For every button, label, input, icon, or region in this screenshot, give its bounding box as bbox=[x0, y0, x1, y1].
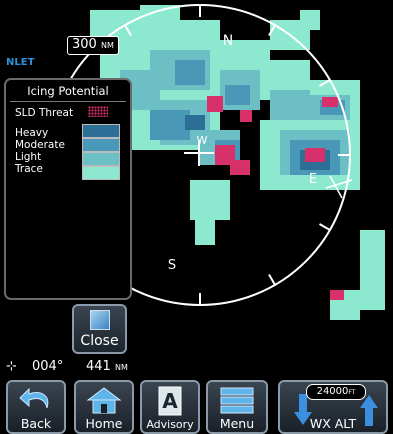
sld-cell bbox=[322, 97, 338, 107]
home-button[interactable]: Home bbox=[74, 380, 134, 434]
back-button[interactable]: Back bbox=[6, 380, 66, 434]
crosshair-icon: ⊹ bbox=[6, 359, 17, 374]
icing-cell bbox=[140, 5, 180, 30]
altitude-value: 24000 bbox=[316, 386, 349, 397]
range-unit: NM bbox=[100, 41, 114, 50]
advisory-icon: A bbox=[158, 386, 182, 416]
icing-cell bbox=[185, 115, 205, 130]
sld-cell bbox=[230, 160, 250, 175]
distance-readout: 441 NM bbox=[86, 359, 128, 374]
level-label-trace: Trace bbox=[15, 163, 43, 175]
swatch-moderate bbox=[82, 138, 120, 152]
icing-cell bbox=[150, 110, 190, 140]
distance-value: 441 bbox=[86, 359, 111, 374]
advisory-letter: A bbox=[162, 389, 178, 413]
sld-label: SLD Threat bbox=[15, 107, 74, 119]
legend-title: Icing Potential bbox=[10, 84, 126, 102]
west-label: W bbox=[197, 134, 208, 147]
bearing-readout: 004° bbox=[32, 359, 64, 374]
close-legend-icon bbox=[89, 310, 110, 330]
menu-icon bbox=[220, 387, 254, 414]
advisory-label: Advisory bbox=[146, 418, 194, 431]
swatch-heavy bbox=[82, 124, 120, 138]
back-arrow-icon bbox=[19, 387, 49, 409]
wx-alt-label: WX ALT bbox=[309, 416, 357, 431]
altitude-unit: FT bbox=[348, 389, 356, 396]
close-label: Close bbox=[80, 333, 119, 349]
status-bar: ⊹ 004° 441 NM bbox=[0, 358, 140, 378]
menu-button[interactable]: Menu bbox=[206, 380, 268, 434]
close-button[interactable]: Close bbox=[72, 304, 127, 354]
bottom-toolbar: Back Home A Advisory Menu 24000FT WX ALT bbox=[0, 378, 393, 434]
swatch-trace bbox=[82, 166, 120, 180]
back-label: Back bbox=[20, 416, 52, 431]
range-indicator[interactable]: 300 NM bbox=[67, 36, 119, 55]
level-label-heavy: Heavy bbox=[15, 127, 49, 139]
sld-cell bbox=[240, 110, 252, 122]
sld-swatch bbox=[88, 106, 108, 117]
icing-legend-panel: Icing Potential SLD Threat Heavy Moderat… bbox=[4, 78, 132, 300]
range-value: 300 bbox=[72, 37, 97, 52]
altitude-readout: 24000FT bbox=[306, 384, 366, 400]
icing-cell bbox=[270, 90, 310, 120]
sld-cell bbox=[330, 290, 344, 300]
level-label-light: Light bbox=[15, 151, 42, 163]
advisory-button[interactable]: A Advisory bbox=[140, 380, 200, 434]
sld-cell bbox=[207, 96, 223, 112]
icing-cell bbox=[195, 215, 215, 245]
icing-cell bbox=[300, 10, 320, 30]
icing-cell bbox=[190, 180, 230, 220]
compass-tick bbox=[319, 223, 331, 231]
north-label: N bbox=[223, 33, 233, 49]
menu-label: Menu bbox=[219, 416, 255, 431]
icing-cell bbox=[360, 230, 385, 310]
waypoint-label: NLET bbox=[6, 57, 35, 68]
icing-cell bbox=[175, 60, 205, 85]
south-label: S bbox=[168, 258, 176, 273]
compass-tick bbox=[268, 274, 276, 286]
home-icon bbox=[86, 387, 122, 414]
level-label-moderate: Moderate bbox=[15, 139, 65, 151]
wx-alt-button[interactable]: 24000FT WX ALT bbox=[278, 380, 388, 434]
icing-overlay bbox=[90, 5, 385, 320]
icing-cell bbox=[225, 85, 250, 105]
swatch-light bbox=[82, 152, 120, 166]
home-label: Home bbox=[85, 416, 123, 431]
sld-cell bbox=[305, 148, 325, 162]
east-label: E bbox=[309, 172, 317, 187]
distance-unit: NM bbox=[114, 363, 128, 372]
